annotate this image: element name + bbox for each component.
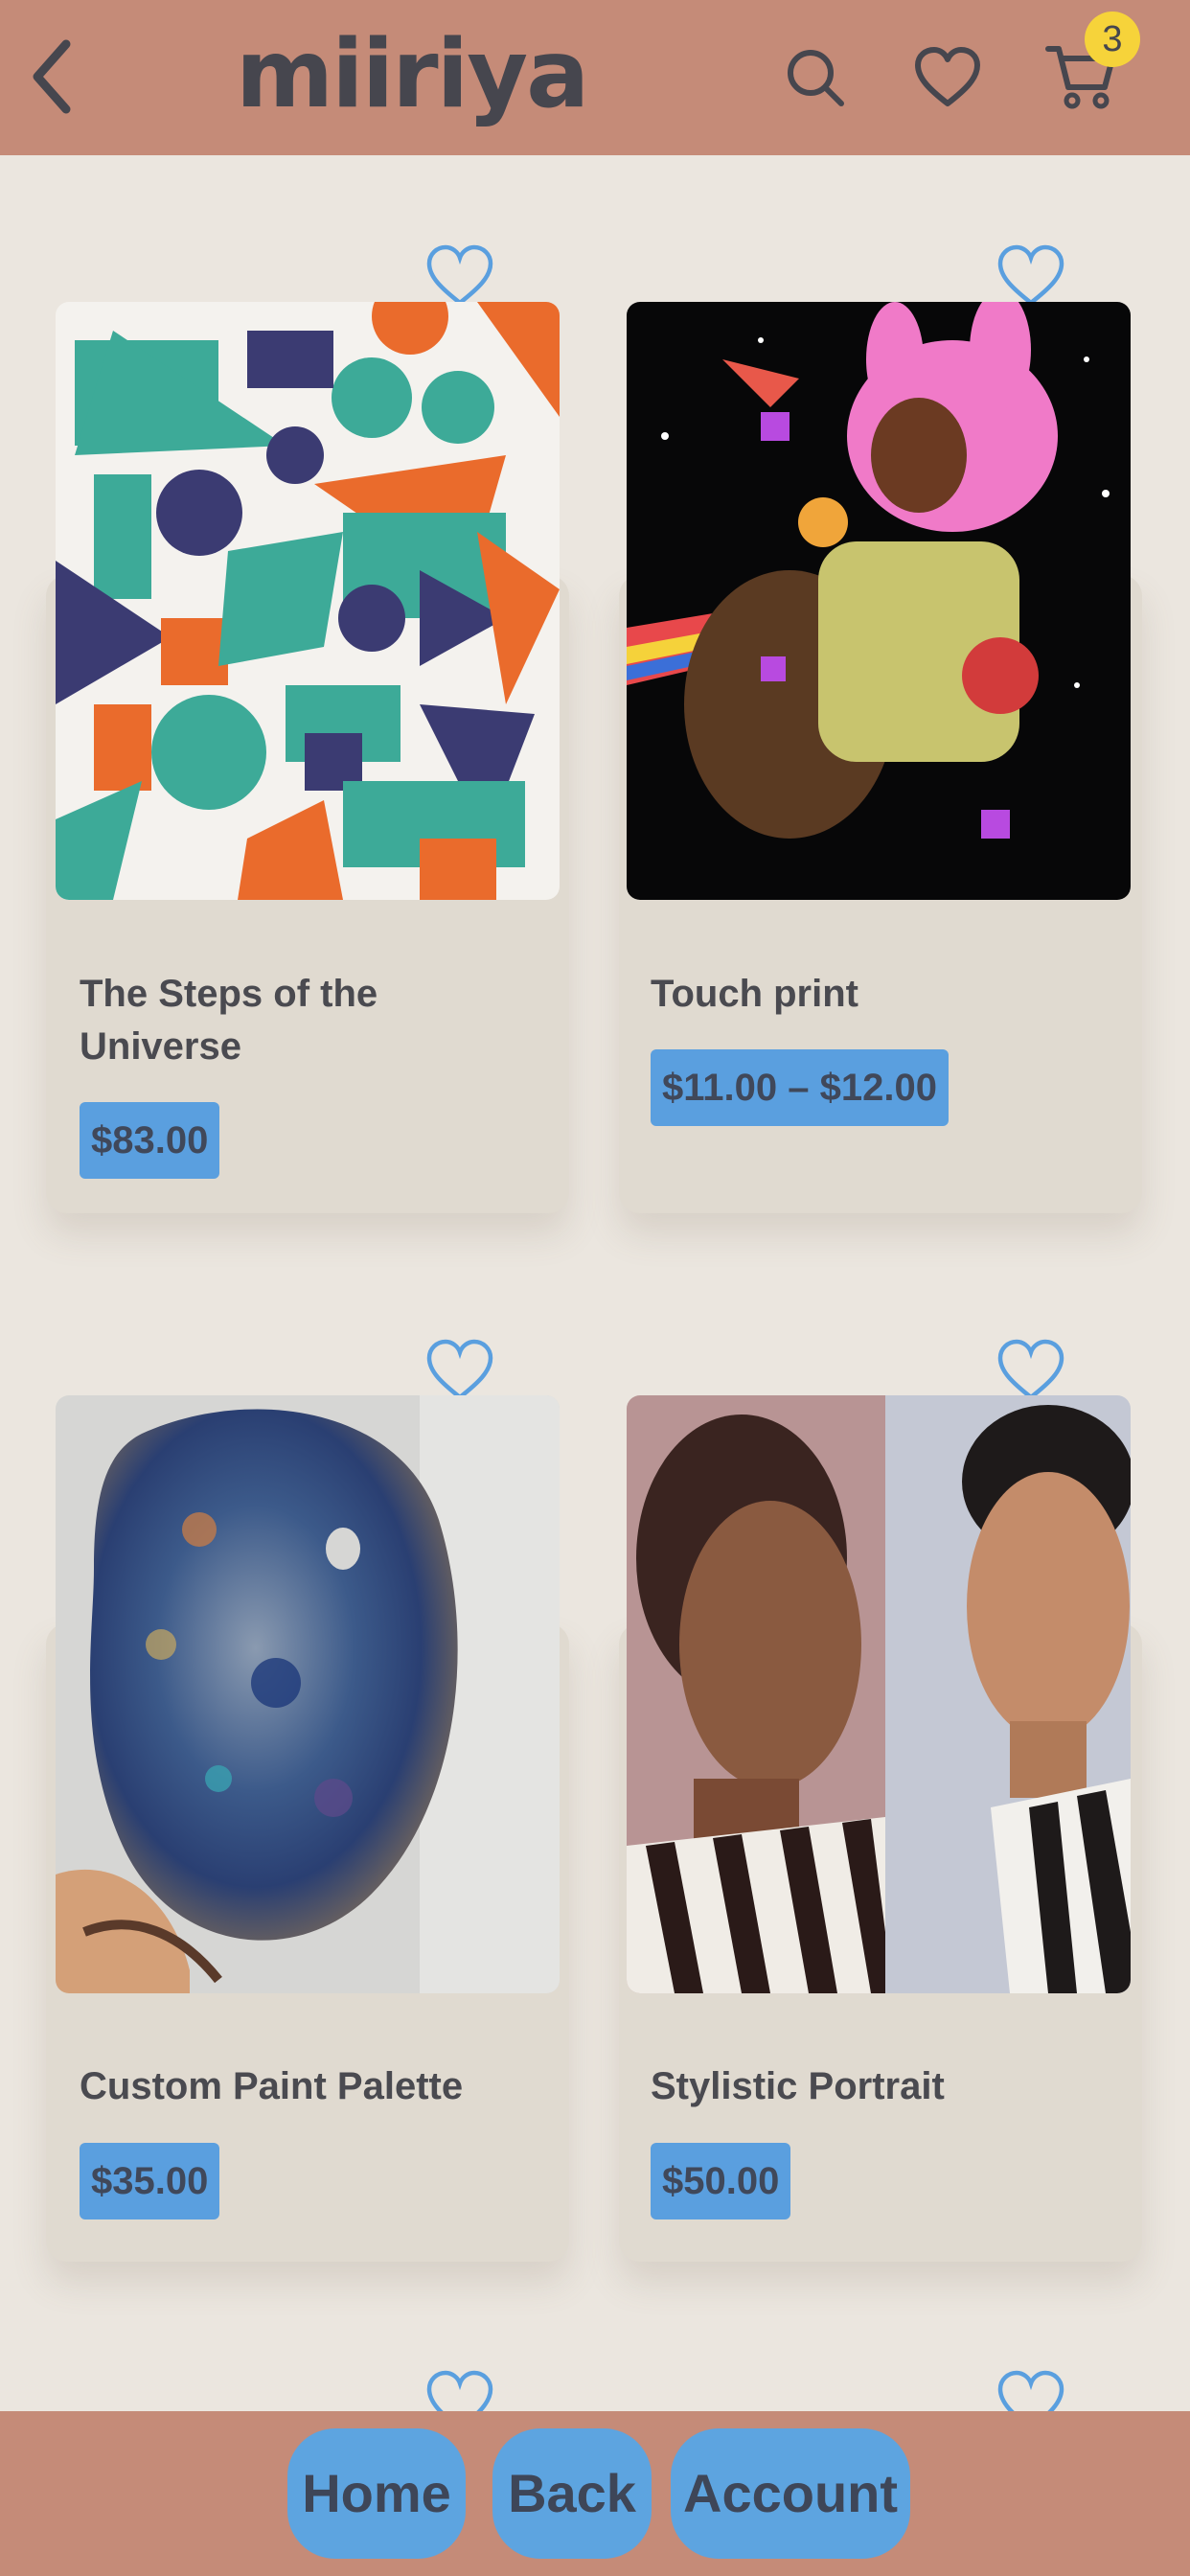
heart-outline-icon — [997, 1339, 1064, 1400]
wishlist-button[interactable] — [904, 34, 991, 121]
heart-outline-icon — [426, 244, 493, 306]
heart-icon — [915, 47, 980, 106]
back-arrow-button[interactable] — [13, 29, 90, 125]
chevron-left-icon — [33, 39, 71, 114]
app-logo[interactable]: miiriya — [236, 17, 589, 132]
search-button[interactable] — [772, 34, 858, 121]
back-button[interactable]: Back — [492, 2428, 652, 2559]
product-price: $35.00 — [80, 2143, 220, 2220]
search-icon — [788, 50, 844, 106]
product-price: $11.00 – $12.00 — [651, 1049, 949, 1126]
heart-outline-icon — [997, 244, 1064, 306]
product-price: $83.00 — [80, 1102, 220, 1179]
product-image-illustration-bunny-hood[interactable] — [627, 302, 1131, 900]
product-image-abstract-collage[interactable] — [56, 302, 560, 900]
product-price: $50.00 — [651, 2143, 791, 2220]
heart-outline-icon — [426, 1339, 493, 1400]
product-image-resin-palette[interactable] — [56, 1395, 560, 1993]
home-button[interactable]: Home — [287, 2428, 466, 2559]
top-bar: miiriya 3 — [0, 0, 1190, 155]
cart-count-badge: 3 — [1085, 12, 1140, 67]
product-title[interactable]: Stylistic Portrait — [651, 2060, 1101, 2113]
account-button[interactable]: Account — [671, 2428, 910, 2559]
product-title[interactable]: The Steps of the Universe — [80, 968, 530, 1073]
product-image-portrait-comparison[interactable] — [627, 1395, 1131, 1993]
product-title[interactable]: Touch print — [651, 968, 1101, 1021]
bottom-nav-bar: Home Back Account — [0, 2411, 1190, 2576]
product-title[interactable]: Custom Paint Palette — [80, 2060, 530, 2113]
